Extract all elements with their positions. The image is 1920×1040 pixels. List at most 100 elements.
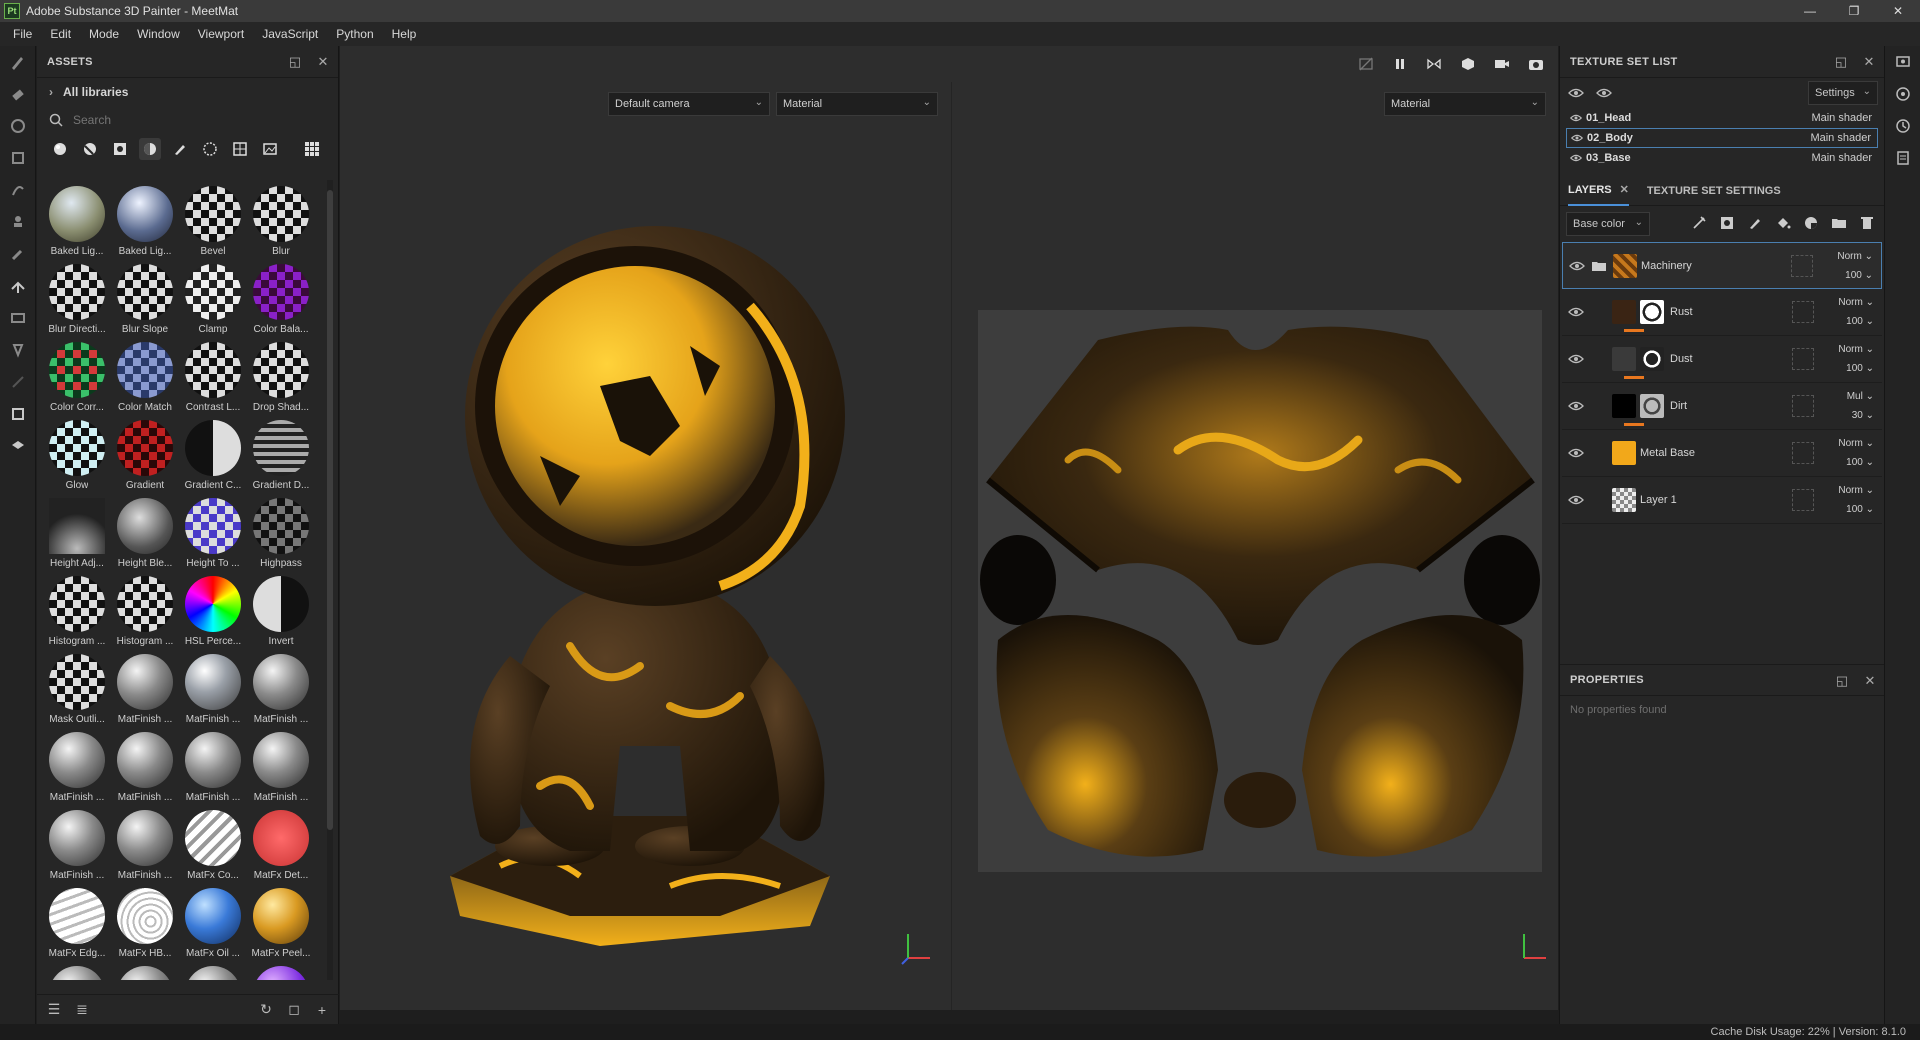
asset-tile[interactable]: MatFinish ... (43, 804, 111, 882)
display-mode-icon[interactable] (1458, 54, 1478, 74)
asset-scrollbar[interactable] (327, 180, 333, 980)
viewport-split-divider[interactable] (951, 82, 952, 1010)
menu-mode[interactable]: Mode (80, 22, 128, 46)
layer-blend-controls[interactable]: Norm ⌄ 100 ⌄ (1814, 293, 1874, 331)
menu-javascript[interactable]: JavaScript (253, 22, 327, 46)
menu-viewport[interactable]: Viewport (189, 22, 253, 46)
texture-set-shader[interactable]: Main shader (1811, 112, 1872, 124)
asset-tile[interactable]: Histogram ... (43, 570, 111, 648)
asset-tile[interactable]: Height To ... (179, 492, 247, 570)
tab-texture-set-settings[interactable]: TEXTURE SET SETTINGS (1647, 176, 1781, 206)
asset-tile[interactable]: Color Bala... (247, 258, 315, 336)
texture-set-shader[interactable]: Main shader (1811, 152, 1872, 164)
asset-tile[interactable]: Gradient (111, 414, 179, 492)
scrollbar-thumb[interactable] (327, 190, 333, 830)
bake-icon[interactable] (0, 270, 36, 302)
environments-filter-icon[interactable] (259, 138, 281, 160)
undock-icon[interactable]: ◱ (1835, 673, 1849, 688)
eye-icon[interactable] (1562, 351, 1590, 367)
eraser-icon[interactable] (0, 78, 36, 110)
blend-mode[interactable]: Norm ⌄ (1814, 340, 1874, 359)
symmetry-icon[interactable] (1424, 54, 1444, 74)
blend-mode[interactable]: Norm ⌄ (1814, 434, 1874, 453)
layer-color-swatch[interactable] (1791, 255, 1813, 277)
asset-tile[interactable]: MatFinish ... (111, 726, 179, 804)
smudge-icon[interactable] (0, 174, 36, 206)
asset-tile[interactable]: MatFinish ... (111, 648, 179, 726)
asset-tile[interactable]: Blur Directi... (43, 258, 111, 336)
close-window-button[interactable]: ✕ (1876, 0, 1920, 22)
layer-row[interactable]: Metal Base Norm ⌄ 100 ⌄ (1562, 430, 1882, 477)
eye-icon[interactable] (1570, 152, 1582, 164)
blend-mode[interactable]: Mul ⌄ (1814, 387, 1874, 406)
layer-mask-thumbnail[interactable] (1640, 394, 1664, 418)
layer-opacity[interactable]: 100 ⌄ (1813, 266, 1873, 285)
export-icon[interactable] (0, 398, 36, 430)
layer-opacity[interactable]: 100 ⌄ (1814, 453, 1874, 472)
anchor-icon[interactable] (0, 334, 36, 366)
asset-tile[interactable]: MatFinish ... (247, 648, 315, 726)
minimize-button[interactable]: — (1788, 0, 1832, 22)
asset-tile[interactable]: Gradient C... (179, 414, 247, 492)
menu-window[interactable]: Window (128, 22, 189, 46)
layer-color-swatch[interactable] (1792, 395, 1814, 417)
layer-row[interactable]: Rust Norm ⌄ 100 ⌄ (1562, 289, 1882, 336)
layer-color-swatch[interactable] (1792, 348, 1814, 370)
layer-mask-thumbnail[interactable] (1640, 347, 1664, 371)
eye-icon[interactable] (1562, 445, 1590, 461)
menu-edit[interactable]: Edit (41, 22, 80, 46)
asset-tile[interactable]: MatFinish ... (179, 726, 247, 804)
asset-tile[interactable]: MatFx Peel... (247, 882, 315, 960)
gallery-icon[interactable] (0, 430, 36, 462)
layer-row[interactable]: Layer 1 Norm ⌄ 100 ⌄ (1562, 477, 1882, 524)
layer-opacity[interactable]: 100 ⌄ (1814, 500, 1874, 519)
screenshot-icon[interactable] (1526, 54, 1546, 74)
asset-tile[interactable]: MatFinish ... (43, 726, 111, 804)
layer-opacity[interactable]: 100 ⌄ (1814, 312, 1874, 331)
brushes-filter-icon[interactable] (169, 138, 191, 160)
projection-icon[interactable] (0, 110, 36, 142)
material-mode-2d-dropdown[interactable]: Material ⌄ (1384, 92, 1546, 116)
close-icon[interactable]: ✕ (1862, 54, 1876, 69)
list-view-icon[interactable]: ≣ (73, 1001, 91, 1019)
delete-layer-icon[interactable] (1858, 214, 1876, 232)
asset-tile[interactable]: Mask Outli... (43, 648, 111, 726)
asset-tile[interactable] (111, 960, 179, 980)
clone-stamp-icon[interactable] (0, 206, 36, 238)
blend-mode[interactable]: Norm ⌄ (1814, 481, 1874, 500)
asset-tile[interactable]: MatFx Edg... (43, 882, 111, 960)
eye-icon[interactable] (1563, 258, 1591, 274)
particles-filter-icon[interactable] (199, 138, 221, 160)
layer-color-swatch[interactable] (1792, 442, 1814, 464)
blend-mode[interactable]: Norm ⌄ (1813, 247, 1873, 266)
asset-tile[interactable]: Blur Slope (111, 258, 179, 336)
texture-set-shader[interactable]: Main shader (1810, 132, 1871, 144)
layer-row[interactable]: Dirt Mul ⌄ 30 ⌄ (1562, 383, 1882, 430)
material-mode-3d-dropdown[interactable]: Material ⌄ (776, 92, 938, 116)
asset-tile[interactable]: MatFinish ... (179, 648, 247, 726)
refresh-icon[interactable]: ↻ (257, 1001, 275, 1019)
filter-options-icon[interactable]: ☰ (45, 1001, 63, 1019)
texture-set-row[interactable]: 02_Body Main shader (1566, 128, 1878, 148)
layer-blend-controls[interactable]: Norm ⌄ 100 ⌄ (1814, 434, 1874, 472)
layer-blend-controls[interactable]: Mul ⌄ 30 ⌄ (1814, 387, 1874, 425)
asset-tile[interactable]: MatFx HB... (111, 882, 179, 960)
color-picker-icon[interactable] (0, 238, 36, 270)
search-input[interactable] (73, 113, 293, 127)
pause-icon[interactable] (1390, 54, 1410, 74)
asset-tile[interactable]: MatFx Det... (247, 804, 315, 882)
asset-tile[interactable]: Drop Shad... (247, 336, 315, 414)
asset-tile[interactable]: Height Ble... (111, 492, 179, 570)
asset-tile[interactable]: HSL Perce... (179, 570, 247, 648)
asset-tile[interactable]: Glow (43, 414, 111, 492)
camera-icon[interactable] (1492, 54, 1512, 74)
asset-tile[interactable] (43, 960, 111, 980)
asset-tile[interactable]: Height Adj... (43, 492, 111, 570)
undock-icon[interactable]: ◱ (1834, 54, 1848, 69)
asset-tile[interactable]: MatFinish ... (111, 804, 179, 882)
layer-blend-controls[interactable]: Norm ⌄ 100 ⌄ (1814, 340, 1874, 378)
channel-dropdown[interactable]: Base color ⌄ (1566, 212, 1650, 236)
asset-tile[interactable]: Highpass (247, 492, 315, 570)
layer-blend-controls[interactable]: Norm ⌄ 100 ⌄ (1813, 247, 1873, 285)
add-paint-layer-icon[interactable] (1746, 214, 1764, 232)
